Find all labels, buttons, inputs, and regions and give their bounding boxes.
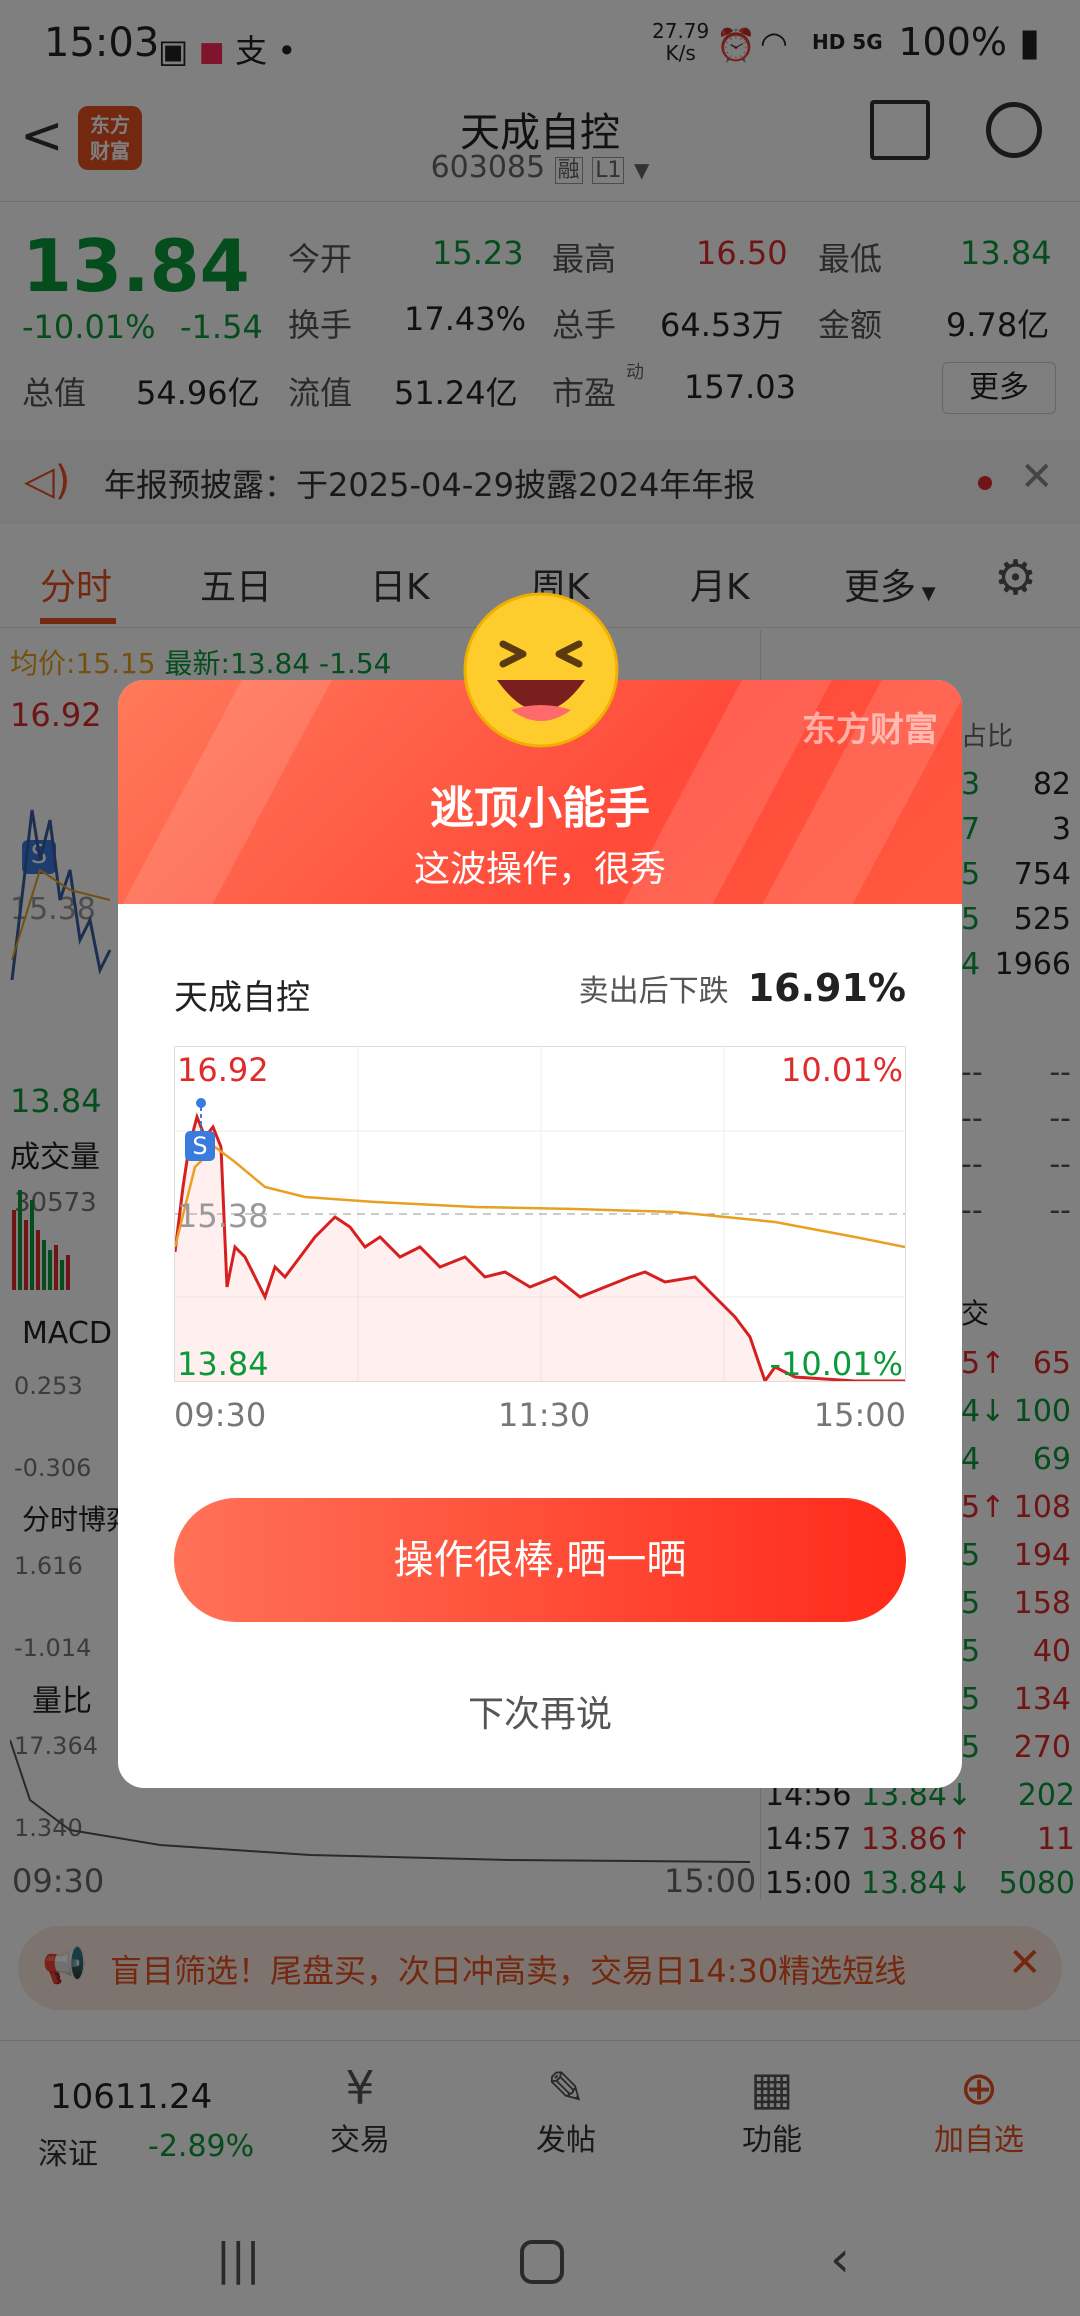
- chart-top-price: 16.92: [177, 1051, 269, 1089]
- chart-top-pct: 10.01%: [780, 1051, 903, 1089]
- modal-title: 逃顶小能手: [430, 783, 650, 834]
- chart-mid-price: 15.38: [177, 1197, 269, 1235]
- share-button[interactable]: 操作很棒,晒一晒: [174, 1498, 906, 1622]
- chart-bottom-pct: -10.01%: [769, 1345, 903, 1383]
- modal-chart: S 16.92 10.01% 15.38 13.84 -10.01%: [174, 1046, 906, 1383]
- x-start: 09:30: [174, 1396, 267, 1434]
- modal-subtitle: 这波操作，很秀: [413, 849, 666, 890]
- laughing-emoji-icon: [463, 592, 619, 748]
- modal-brand: 东方财富: [802, 710, 938, 750]
- modal-chart-svg: [175, 1047, 905, 1381]
- x-end: 15:00: [813, 1396, 906, 1434]
- sell-marker-icon: S: [185, 1131, 215, 1161]
- x-mid: 11:30: [498, 1396, 591, 1434]
- drop-summary: 卖出后下跌 16.91%: [579, 966, 906, 1010]
- dismiss-button[interactable]: 下次再说: [118, 1685, 962, 1737]
- chart-bottom-price: 13.84: [177, 1345, 269, 1383]
- achievement-modal: 东方财富 逃顶小能手 这波操作，很秀 天成自控 卖出后下跌 16.91% S 1…: [118, 592, 962, 1788]
- drop-value: 16.91%: [747, 966, 906, 1010]
- modal-stock-name: 天成自控: [174, 978, 310, 1018]
- drop-label: 卖出后下跌: [578, 974, 729, 1009]
